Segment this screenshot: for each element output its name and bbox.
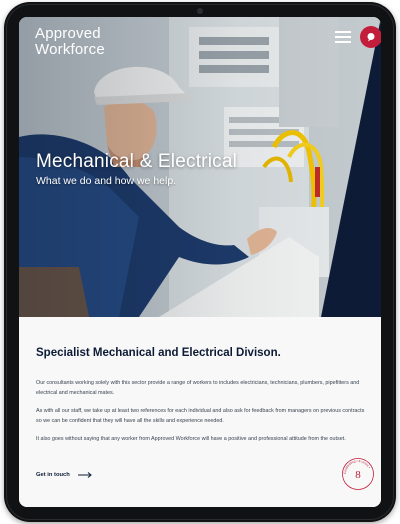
menu-bar bbox=[335, 36, 351, 38]
hero-banner: Approved Workforce Mechanical & Electric… bbox=[19, 17, 381, 317]
cta-label: Get in touch bbox=[36, 472, 70, 478]
body-paragraph: Our consultants working solely with this… bbox=[36, 380, 360, 396]
hero-subtitle: What we do and how we help. bbox=[36, 175, 177, 187]
get-in-touch-link[interactable]: Get in touch bbox=[36, 472, 92, 478]
menu-bar bbox=[335, 31, 351, 33]
site-logo[interactable]: Approved Workforce bbox=[35, 26, 105, 58]
logo-line-2: Workforce bbox=[35, 41, 105, 58]
chat-bubble-icon bbox=[367, 33, 375, 42]
screen: Approved Workforce Mechanical & Electric… bbox=[19, 17, 381, 507]
main-content: Specialist Mechanical and Electrical Div… bbox=[19, 317, 381, 507]
tablet-device: Approved Workforce Mechanical & Electric… bbox=[4, 2, 396, 522]
hero-title: Mechanical & Electrical bbox=[36, 151, 238, 172]
section-title: Specialist Mechanical and Electrical Div… bbox=[36, 347, 281, 359]
anniversary-seal-icon: Celebrating • 8 years • 8 bbox=[342, 458, 374, 490]
hamburger-menu-icon[interactable] bbox=[335, 31, 351, 43]
camera-dot bbox=[197, 8, 203, 14]
navy-accent-shape bbox=[321, 17, 381, 317]
arrow-right-icon bbox=[77, 472, 92, 478]
body-paragraph: It also goes without saying that any wor… bbox=[36, 436, 346, 442]
seal-number: 8 bbox=[355, 469, 361, 481]
contact-button[interactable] bbox=[360, 26, 381, 48]
menu-bar bbox=[335, 41, 351, 43]
logo-line-1: Approved bbox=[35, 25, 101, 42]
body-paragraph: As with all our staff, we take up at lea… bbox=[36, 408, 365, 424]
